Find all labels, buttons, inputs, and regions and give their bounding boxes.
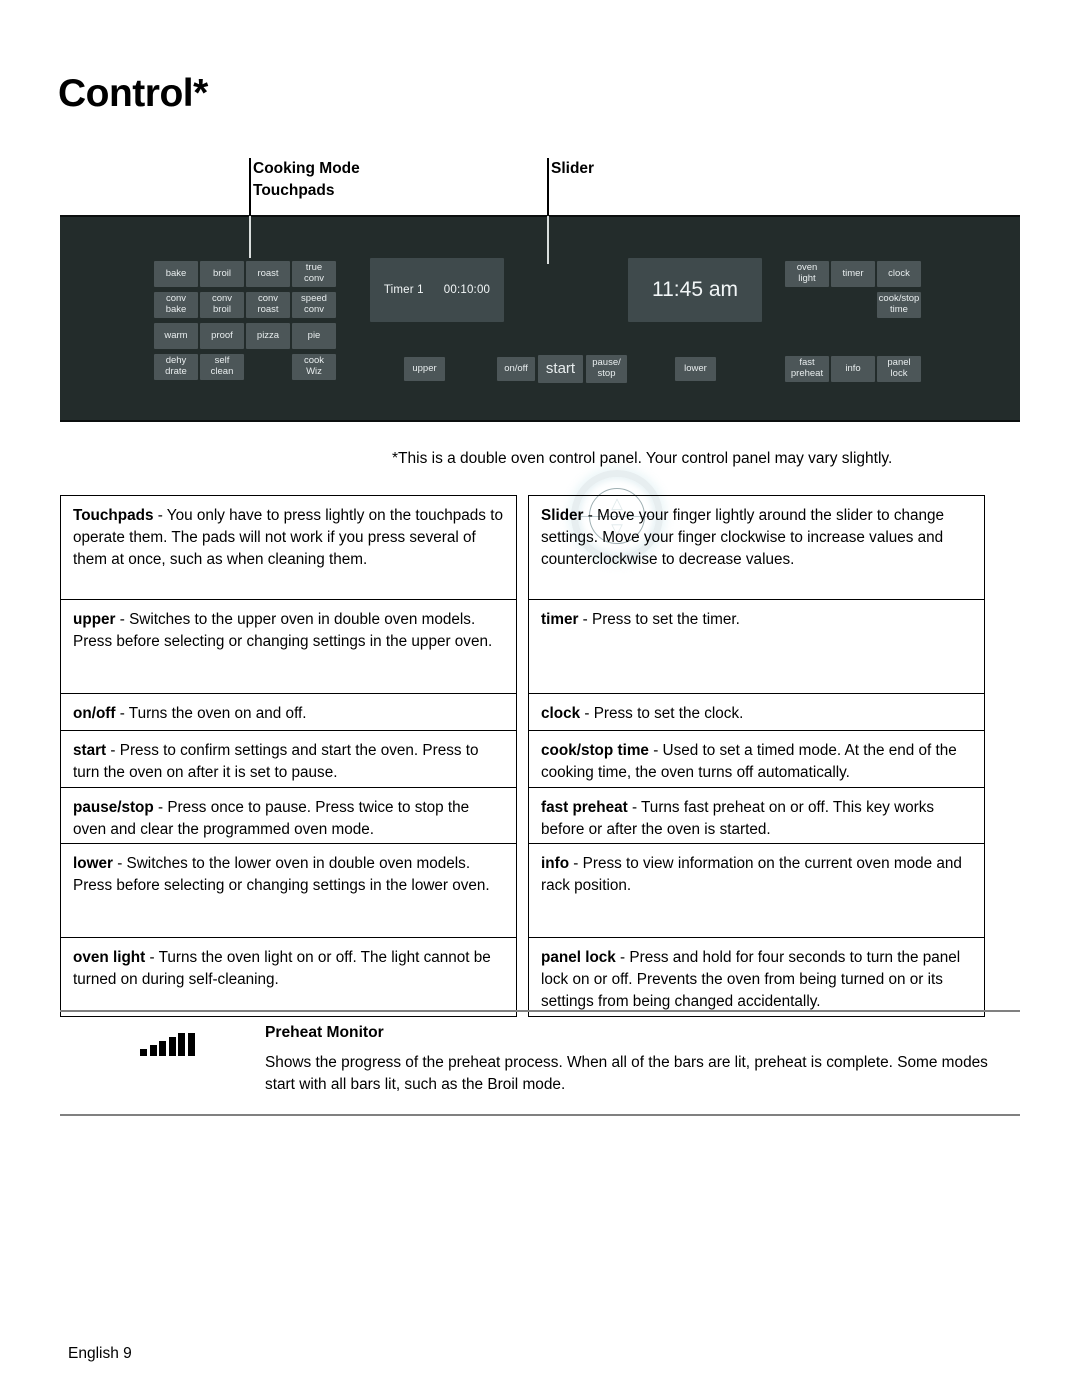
term-touchpads: Touchpads	[73, 507, 154, 524]
desc-upper: - Switches to the upper oven in double o…	[73, 611, 493, 650]
table-row: on/off - Turns the oven on and off.	[61, 694, 516, 731]
term-cook-stop-time: cook/stop time	[541, 742, 649, 759]
oven-control-panel-figure: bake broil roast true conv conv bake con…	[60, 215, 1020, 562]
pad-timer[interactable]: timer	[831, 261, 875, 287]
callout-leader-line-slider	[547, 158, 549, 216]
pad-upper[interactable]: upper	[404, 357, 445, 381]
callout-leader-line-slider-inner	[547, 216, 549, 264]
mode-pad-speed-conv[interactable]: speed conv	[292, 292, 336, 318]
term-info: info	[541, 855, 570, 872]
table-row: lower - Switches to the lower oven in do…	[61, 844, 516, 938]
pad-fast-preheat[interactable]: fast preheat	[785, 356, 829, 382]
table-row: Touchpads - You only have to press light…	[61, 496, 516, 600]
mode-pad-conv-bake[interactable]: conv bake	[154, 292, 198, 318]
table-row: fast preheat - Turns fast preheat on or …	[529, 788, 984, 844]
desc-lower: - Switches to the lower oven in double o…	[73, 855, 490, 894]
preheat-monitor-body: Preheat Monitor Shows the progress of th…	[60, 1012, 1020, 1102]
pad-start[interactable]: start	[538, 355, 583, 383]
mode-pad-bake[interactable]: bake	[154, 261, 198, 287]
mode-pad-proof[interactable]: proof	[200, 323, 244, 349]
descriptions-left-column: Touchpads - You only have to press light…	[60, 495, 517, 1017]
preheat-bars-icon	[140, 1030, 195, 1056]
desc-start: - Press to confirm settings and start th…	[73, 742, 479, 781]
table-row: info - Press to view information on the …	[529, 844, 984, 938]
term-lower: lower	[73, 855, 113, 872]
pad-panel-lock[interactable]: panel lock	[877, 356, 921, 382]
term-pause-stop: pause/stop	[73, 799, 154, 816]
control-descriptions-table: Touchpads - You only have to press light…	[60, 495, 1020, 1017]
table-row: panel lock - Press and hold for four sec…	[529, 938, 984, 1016]
desc-on-off: - Turns the oven on and off.	[115, 705, 307, 722]
mode-pad-roast[interactable]: roast	[246, 261, 290, 287]
mode-pad-true-conv[interactable]: true conv	[292, 261, 336, 287]
mode-pad-self-clean[interactable]: self clean	[200, 354, 244, 380]
term-slider: Slider	[541, 507, 584, 524]
preheat-monitor-title: Preheat Monitor	[265, 1024, 384, 1041]
term-clock: clock	[541, 705, 581, 722]
table-row: cook/stop time - Used to set a timed mod…	[529, 731, 984, 788]
mode-pad-cook-wiz[interactable]: cook Wiz	[292, 354, 336, 380]
page-footer: English 9	[68, 1345, 132, 1362]
mode-pad-dehydrate[interactable]: dehy drate	[154, 354, 198, 380]
pad-cook-stop-time[interactable]: cook/stop time	[877, 292, 921, 318]
desc-timer: - Press to set the timer.	[578, 611, 740, 628]
term-on-off: on/off	[73, 705, 116, 722]
table-row: oven light - Turns the oven light on or …	[61, 938, 516, 1016]
term-timer: timer	[541, 611, 579, 628]
descriptions-right-column: Slider - Move your finger lightly around…	[528, 495, 985, 1017]
table-row: pause/stop - Press once to pause. Press …	[61, 788, 516, 844]
pad-lower[interactable]: lower	[675, 357, 716, 381]
table-row: upper - Switches to the upper oven in do…	[61, 600, 516, 694]
mode-pad-conv-broil[interactable]: conv broil	[200, 292, 244, 318]
callout-cooking-mode-touchpads: Cooking Mode Touchpads	[253, 160, 360, 199]
table-row: clock - Press to set the clock.	[529, 694, 984, 731]
mode-pad-conv-roast[interactable]: conv roast	[246, 292, 290, 318]
table-row: start - Press to confirm settings and st…	[61, 731, 516, 788]
pad-info[interactable]: info	[831, 356, 875, 382]
preheat-monitor-text: Preheat Monitor Shows the progress of th…	[265, 1024, 1020, 1097]
term-panel-lock: panel lock	[541, 949, 616, 966]
mode-pad-broil[interactable]: broil	[200, 261, 244, 287]
pad-clock[interactable]: clock	[877, 261, 921, 287]
preheat-monitor-section: Preheat Monitor Shows the progress of th…	[60, 1010, 1020, 1116]
desc-slider: - Move your finger lightly around the sl…	[541, 507, 945, 568]
section-divider-bottom	[60, 1114, 1020, 1116]
callout-leader-line-cooking-mode-inner	[249, 216, 251, 258]
figure-caption: *This is a double oven control panel. Yo…	[392, 450, 893, 467]
pad-on-off[interactable]: on/off	[497, 357, 535, 381]
desc-clock: - Press to set the clock.	[580, 705, 744, 722]
page-title: Control*	[58, 72, 208, 115]
pad-oven-light[interactable]: oven light	[785, 261, 829, 287]
term-start: start	[73, 742, 107, 759]
term-fast-preheat: fast preheat	[541, 799, 628, 816]
callout-leader-line-cooking-mode	[249, 158, 251, 216]
clock-display: 11:45 am	[628, 258, 762, 322]
timer-display-value: 00:10:00	[443, 284, 491, 296]
table-row: Slider - Move your finger lightly around…	[529, 496, 984, 600]
pad-pause-stop[interactable]: pause/ stop	[586, 355, 627, 383]
preheat-monitor-description: Shows the progress of the preheat proces…	[265, 1054, 988, 1094]
mode-pad-pie[interactable]: pie	[292, 323, 336, 349]
mode-pad-pizza[interactable]: pizza	[246, 323, 290, 349]
desc-info: - Press to view information on the curre…	[541, 855, 962, 894]
timer-display: Timer 1 00:10:00	[370, 258, 504, 322]
term-oven-light: oven light	[73, 949, 146, 966]
timer-display-label: Timer 1	[383, 284, 424, 296]
table-row: timer - Press to set the timer.	[529, 600, 984, 694]
mode-pad-warm[interactable]: warm	[154, 323, 198, 349]
term-upper: upper	[73, 611, 116, 628]
callout-slider: Slider	[551, 160, 595, 177]
